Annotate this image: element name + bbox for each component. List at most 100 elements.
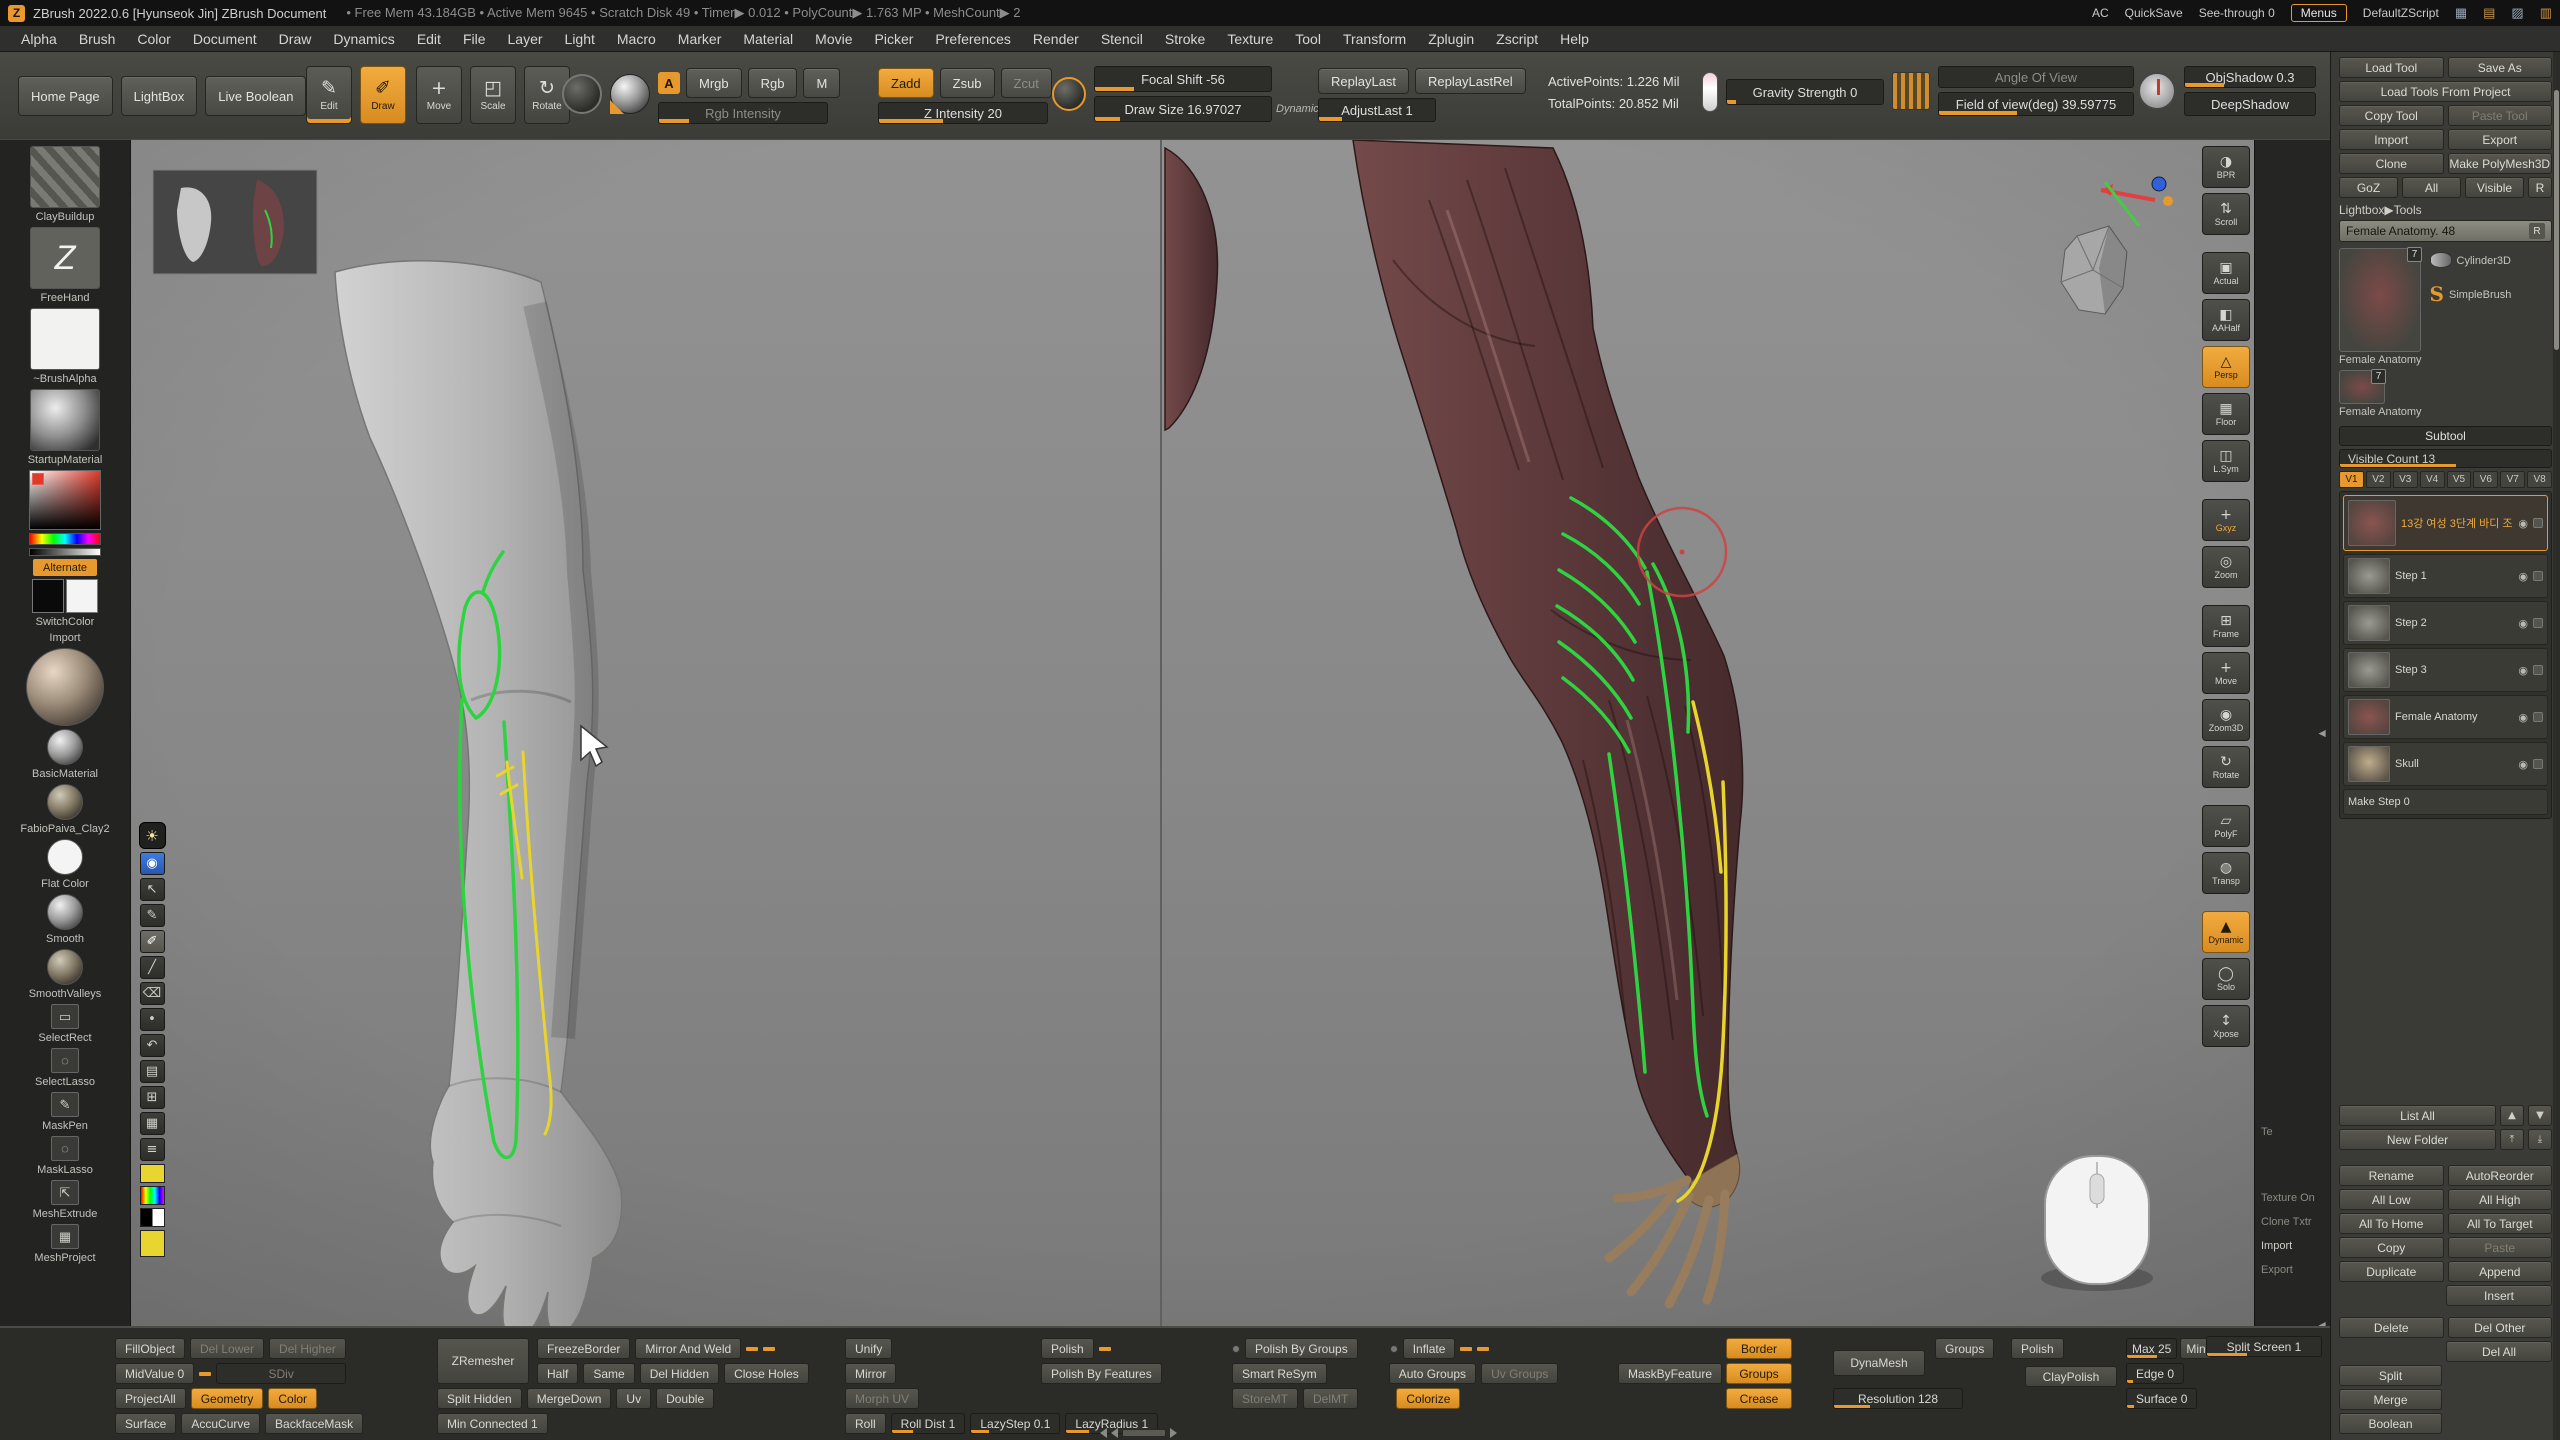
uv-groups-button[interactable]: Uv Groups bbox=[1481, 1363, 1558, 1384]
paste-tool-button[interactable]: Paste Tool bbox=[2448, 105, 2553, 126]
polish-button[interactable]: Polish bbox=[1041, 1338, 1094, 1359]
folder-down-icon[interactable]: ⤓ bbox=[2528, 1129, 2552, 1150]
alternate-button[interactable]: Alternate bbox=[33, 559, 97, 576]
dynamesh-groups-button[interactable]: Groups bbox=[1935, 1338, 1994, 1359]
accu-curve-button[interactable]: AccuCurve bbox=[181, 1413, 260, 1434]
scale-button[interactable]: ◰ Scale bbox=[470, 66, 516, 124]
tab-v8[interactable]: V8 bbox=[2527, 471, 2552, 488]
alpha-thumb[interactable] bbox=[30, 308, 100, 370]
subtool-row[interactable]: Skull ◉ bbox=[2343, 742, 2548, 786]
layout-grid-icon[interactable]: ▦ bbox=[2455, 5, 2467, 21]
make-polymesh3d-button[interactable]: Make PolyMesh3D bbox=[2448, 153, 2553, 174]
document-canvas[interactable]: ☀ ◉ ↖ ✎ ✐ ╱ ⌫ • ↶ ▤ ⊞ ▦ ≡ bbox=[131, 140, 2254, 1326]
tool-thumb-selectrect[interactable]: ▭ bbox=[51, 1004, 79, 1029]
draw-size-slider[interactable]: Draw Size 16.97027 bbox=[1094, 96, 1272, 122]
same-button[interactable]: Same bbox=[583, 1363, 634, 1384]
del-lower-button[interactable]: Del Lower bbox=[190, 1338, 264, 1359]
texture-export-button[interactable]: Export bbox=[2261, 1264, 2293, 1276]
dynamic-label[interactable]: Dynamic bbox=[1276, 103, 1319, 115]
del-all-button[interactable]: Del All bbox=[2446, 1341, 2552, 1362]
unify-button[interactable]: Unify bbox=[845, 1338, 892, 1359]
morph-uv-button[interactable]: Morph UV bbox=[845, 1388, 919, 1409]
half-button[interactable]: Half bbox=[537, 1363, 578, 1384]
new-folder-button[interactable]: New Folder bbox=[2339, 1129, 2496, 1150]
tab-v5[interactable]: V5 bbox=[2447, 471, 2472, 488]
sculpt-pen-icon[interactable]: ✐ bbox=[140, 930, 165, 953]
menu-macro[interactable]: Macro bbox=[606, 26, 667, 51]
del-mt-button[interactable]: DelMT bbox=[1303, 1388, 1358, 1409]
edge-slider[interactable]: Edge 0 bbox=[2126, 1363, 2184, 1384]
tray-divider-handle[interactable]: ◄ bbox=[2316, 726, 2328, 740]
mrgb-button[interactable]: Mrgb bbox=[686, 68, 742, 98]
max-slider[interactable]: Max 25 bbox=[2126, 1338, 2177, 1359]
mask-pen-icon[interactable]: ✎ bbox=[140, 904, 165, 927]
printer-icon[interactable]: ⊞ bbox=[140, 1086, 165, 1109]
geometry-button[interactable]: Geometry bbox=[191, 1388, 264, 1409]
color-button[interactable]: Color bbox=[268, 1388, 317, 1409]
dynamesh-polish-button[interactable]: Polish bbox=[2011, 1338, 2064, 1359]
zcut-button[interactable]: Zcut bbox=[1001, 68, 1052, 98]
close-holes-button[interactable]: Close Holes bbox=[724, 1363, 809, 1384]
solo-button[interactable]: ◯Solo bbox=[2202, 958, 2250, 1000]
colorize-button[interactable]: Colorize bbox=[1396, 1388, 1460, 1409]
menu-zscript[interactable]: Zscript bbox=[1485, 26, 1549, 51]
all-to-target-button[interactable]: All To Target bbox=[2448, 1213, 2553, 1234]
crease-button[interactable]: Crease bbox=[1726, 1388, 1792, 1409]
light-bulb-icon[interactable]: ☀ bbox=[139, 822, 166, 849]
bpr-button[interactable]: ◑BPR bbox=[2202, 146, 2250, 188]
menu-brush[interactable]: Brush bbox=[68, 26, 127, 51]
swatch-selected-color[interactable] bbox=[140, 1164, 165, 1183]
inflate-button[interactable]: Inflate bbox=[1403, 1338, 1456, 1359]
visible-count-slider[interactable]: Visible Count 13 bbox=[2339, 449, 2552, 468]
zremesher-button[interactable]: ZRemesher bbox=[437, 1338, 529, 1384]
merge-button[interactable]: Merge bbox=[2339, 1389, 2442, 1410]
m-button[interactable]: M bbox=[803, 68, 840, 98]
angle-of-view-icon[interactable] bbox=[1892, 72, 1930, 110]
auto-reorder-button[interactable]: AutoReorder bbox=[2448, 1165, 2553, 1186]
list-all-button[interactable]: List All bbox=[2339, 1105, 2496, 1126]
current-brush-icon[interactable] bbox=[562, 74, 602, 114]
store-mt-button[interactable]: StoreMT bbox=[1232, 1388, 1298, 1409]
scroll-button[interactable]: ⇅Scroll bbox=[2202, 193, 2250, 235]
move-down-icon[interactable]: ▼ bbox=[2528, 1105, 2552, 1126]
mid-value-button[interactable]: MidValue 0 bbox=[115, 1363, 194, 1384]
paste-subtool-button[interactable]: Paste bbox=[2448, 1237, 2553, 1258]
color-hue-bar[interactable] bbox=[29, 533, 101, 545]
menu-tool[interactable]: Tool bbox=[1284, 26, 1332, 51]
material-thumb-smoothvalleys[interactable] bbox=[47, 949, 83, 985]
layout-split-icon[interactable]: ▤ bbox=[2483, 5, 2495, 21]
menu-file[interactable]: File bbox=[452, 26, 497, 51]
menu-zplugin[interactable]: Zplugin bbox=[1417, 26, 1485, 51]
mirror-and-weld-button[interactable]: Mirror And Weld bbox=[635, 1338, 741, 1359]
split-button[interactable]: Split bbox=[2339, 1365, 2442, 1386]
menu-transform[interactable]: Transform bbox=[1332, 26, 1417, 51]
current-tool-slider[interactable]: Female Anatomy. 48 R bbox=[2339, 220, 2552, 242]
delete-button[interactable]: Delete bbox=[2339, 1317, 2444, 1338]
palette-icon[interactable]: ▨ bbox=[2511, 5, 2523, 21]
eye-icon[interactable]: ◉ bbox=[2518, 570, 2528, 583]
merge-down-button[interactable]: MergeDown bbox=[527, 1388, 612, 1409]
floor-button[interactable]: ▦Floor bbox=[2202, 393, 2250, 435]
menu-stroke[interactable]: Stroke bbox=[1154, 26, 1216, 51]
simplebrush-label[interactable]: SimpleBrush bbox=[2449, 289, 2511, 301]
all-low-button[interactable]: All Low bbox=[2339, 1189, 2444, 1210]
menu-help[interactable]: Help bbox=[1549, 26, 1600, 51]
dot-brush-icon[interactable]: • bbox=[140, 1008, 165, 1031]
default-zscript-button[interactable]: DefaultZScript bbox=[2363, 6, 2439, 20]
color-value-bar[interactable] bbox=[29, 548, 101, 556]
active-tool-thumb[interactable]: 7 bbox=[2339, 248, 2421, 352]
load-tools-from-project-button[interactable]: Load Tools From Project bbox=[2339, 81, 2552, 102]
tab-v7[interactable]: V7 bbox=[2500, 471, 2525, 488]
freeze-border-button[interactable]: FreezeBorder bbox=[537, 1338, 630, 1359]
menu-movie[interactable]: Movie bbox=[804, 26, 863, 51]
subtool-options-icon[interactable] bbox=[2533, 571, 2543, 581]
subtool-options-icon[interactable] bbox=[2533, 759, 2543, 769]
copy-tool-button[interactable]: Copy Tool bbox=[2339, 105, 2444, 126]
quicksave-button[interactable]: QuickSave bbox=[2125, 6, 2183, 20]
ac-button[interactable]: AC bbox=[2092, 6, 2109, 20]
all-to-home-button[interactable]: All To Home bbox=[2339, 1213, 2444, 1234]
menu-texture[interactable]: Texture bbox=[1216, 26, 1284, 51]
zsub-button[interactable]: Zsub bbox=[940, 68, 995, 98]
color-import-button[interactable]: Import bbox=[49, 632, 80, 645]
polish-by-groups-button[interactable]: Polish By Groups bbox=[1245, 1338, 1358, 1359]
